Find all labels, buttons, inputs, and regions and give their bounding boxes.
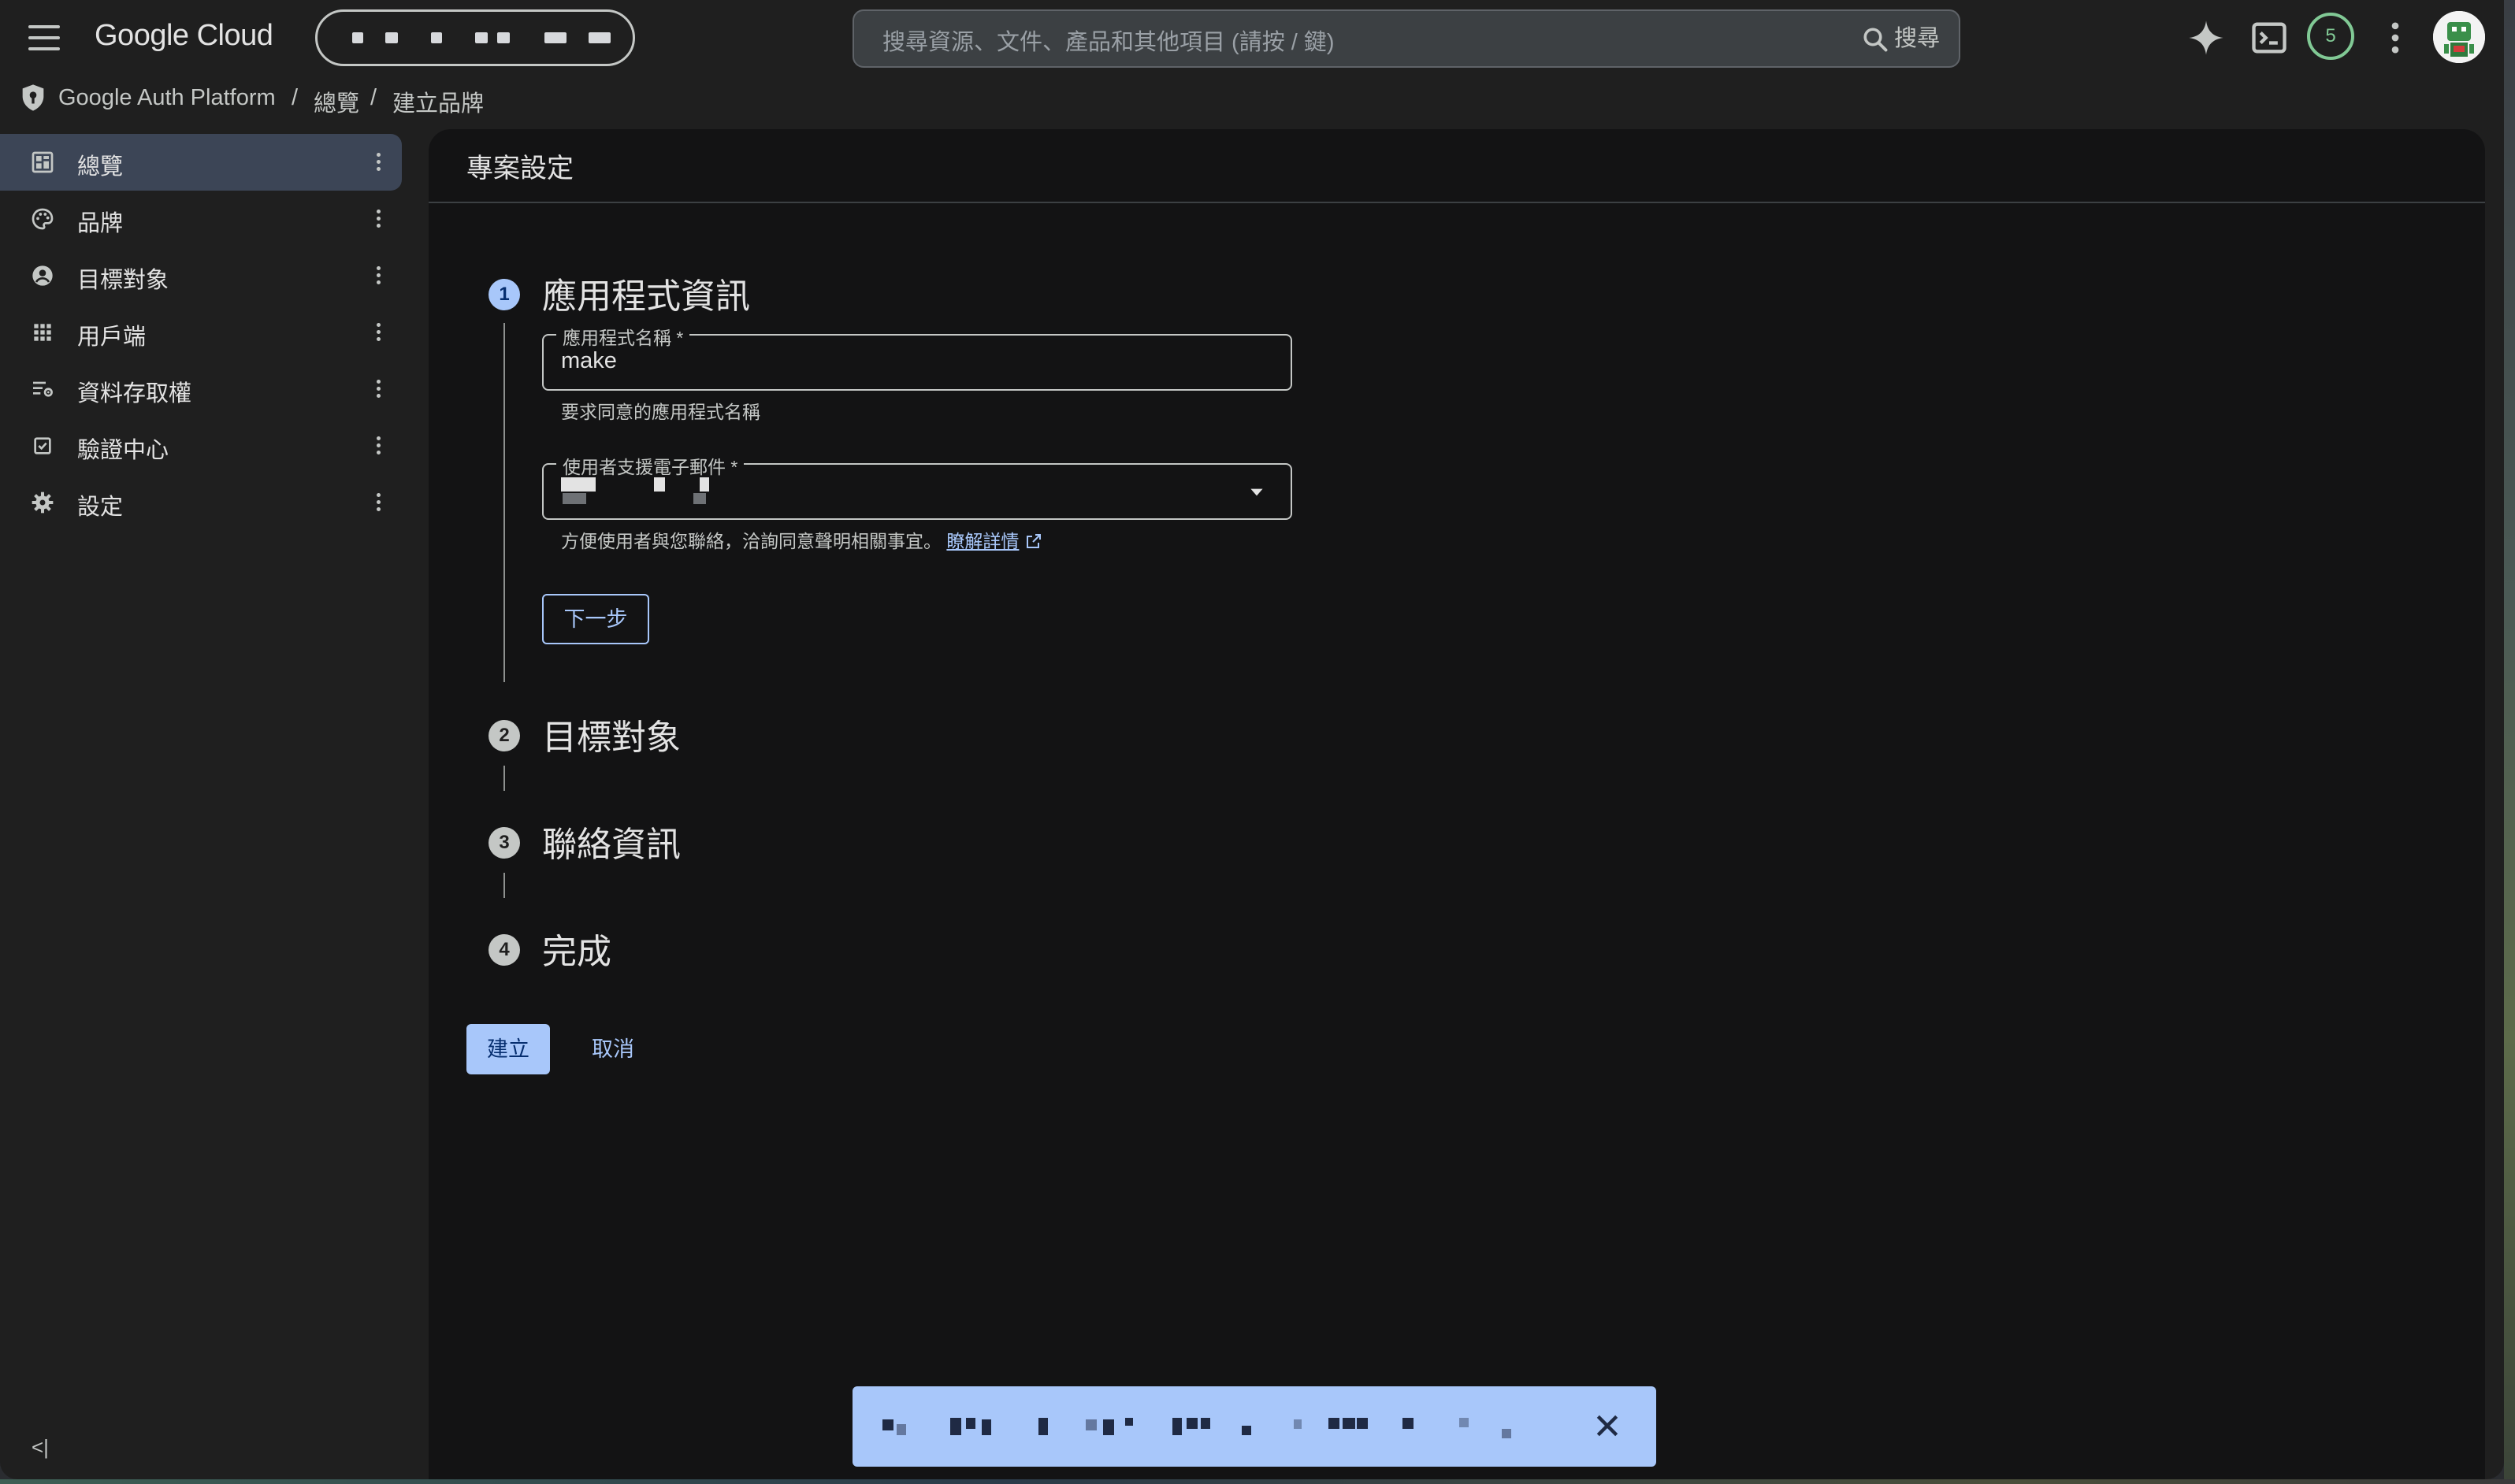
more-vert-icon[interactable] (2375, 17, 2416, 58)
external-link-icon[interactable] (1024, 532, 1043, 551)
sidebar-item-label: 設定 (77, 495, 124, 520)
avatar[interactable] (2433, 11, 2485, 63)
cancel-button[interactable]: 取消 (575, 1024, 651, 1074)
app-name-value: make (561, 348, 617, 373)
notifications-badge[interactable]: 5 (2307, 13, 2354, 60)
more-vert-icon[interactable] (364, 432, 392, 460)
step-connector (503, 323, 505, 682)
close-icon[interactable] (1592, 1410, 1623, 1441)
sidebar-item-settings[interactable]: 設定 (0, 474, 402, 531)
sidebar-item-audience[interactable]: 目標對象 (0, 247, 402, 304)
support-email-helper-text: 方便使用者與您聯絡，洽詢同意聲明相關事宜。 (561, 531, 942, 551)
sidebar-item-data-access[interactable]: 資料存取權 (0, 361, 402, 417)
main-menu-icon[interactable] (28, 24, 60, 52)
step-3-title[interactable]: 聯絡資訊 (542, 816, 681, 866)
gemini-spark-icon[interactable] (2186, 17, 2227, 58)
app-name-label: 應用程式名稱 * (556, 323, 690, 350)
app-name-helper: 要求同意的應用程式名稱 (561, 402, 760, 422)
learn-more-link[interactable]: 瞭解詳情 (946, 531, 1019, 551)
next-button[interactable]: 下一步 (542, 594, 649, 644)
more-vert-icon[interactable] (364, 318, 392, 347)
google-cloud-logo[interactable]: Google Cloud (95, 19, 273, 53)
support-email-select[interactable]: 使用者支援電子郵件 * (542, 452, 1292, 520)
more-vert-icon[interactable] (364, 488, 392, 517)
more-vert-icon[interactable] (364, 375, 392, 403)
breadcrumb-overview[interactable]: 總覽 (314, 85, 359, 118)
chevron-down-icon (1250, 488, 1263, 496)
step-2-title[interactable]: 目標對象 (542, 709, 681, 759)
console-window: Google Cloud 搜尋資源、文件、產品和其他項目 (請按 / 鍵) 搜尋… (0, 0, 2504, 1479)
apps-grid-icon (34, 324, 51, 341)
step-4-title[interactable]: 完成 (542, 923, 611, 974)
sidebar-item-label: 目標對象 (77, 268, 169, 293)
step-1-circle: 1 (489, 279, 520, 310)
breadcrumb-separator: / (292, 85, 299, 110)
support-email-helper: 方便使用者與您聯絡，洽詢同意聲明相關事宜。 瞭解詳情 (561, 526, 1043, 553)
palette-icon (32, 208, 54, 230)
support-email-label: 使用者支援電子郵件 * (556, 452, 745, 479)
desktop-edge (2504, 0, 2515, 1484)
more-vert-icon[interactable] (364, 205, 392, 233)
sidebar-item-label: 資料存取權 (77, 381, 192, 406)
collapse-sidebar-icon[interactable]: <| (32, 1435, 49, 1460)
snackbar (853, 1386, 1656, 1467)
gear-icon (32, 492, 54, 514)
shield-lock-icon (22, 84, 44, 111)
search-button[interactable]: 搜尋 (1861, 20, 1940, 57)
sidebar: 總覽 品牌 目標對象 用戶端 資料存取權 驗證中心 設定 (0, 129, 418, 1479)
sidebar-item-clients[interactable]: 用戶端 (0, 304, 402, 361)
checkbox-icon (34, 437, 51, 454)
account-circle-icon (32, 265, 53, 286)
step-2-circle: 2 (489, 720, 520, 751)
search-icon (1863, 28, 1888, 52)
search-placeholder: 搜尋資源、文件、產品和其他項目 (請按 / 鍵) (882, 30, 1335, 55)
create-button[interactable]: 建立 (466, 1024, 550, 1074)
top-bar: Google Cloud 搜尋資源、文件、產品和其他項目 (請按 / 鍵) 搜尋… (0, 0, 2504, 76)
sidebar-item-verification-center[interactable]: 驗證中心 (0, 417, 402, 474)
cloud-shell-icon[interactable] (2249, 17, 2290, 58)
more-vert-icon[interactable] (364, 262, 392, 290)
step-connector (503, 873, 505, 898)
avatar-robot-icon (2433, 11, 2485, 63)
dashboard-icon (32, 151, 54, 173)
main-panel: 專案設定 1 應用程式資訊 應用程式名稱 * make 要求同意的應用程式名稱 … (429, 129, 2485, 1479)
page-title: 專案設定 (466, 154, 574, 184)
desktop-edge-bottom (0, 1479, 2515, 1484)
sidebar-item-label: 總覽 (77, 154, 124, 180)
sidebar-item-label: 品牌 (77, 211, 124, 236)
sidebar-item-overview[interactable]: 總覽 (0, 134, 402, 191)
breadcrumb-product[interactable]: Google Auth Platform (58, 85, 276, 111)
sidebar-item-label: 驗證中心 (77, 438, 169, 463)
step-3-circle: 3 (489, 827, 520, 859)
more-vert-icon[interactable] (364, 148, 392, 176)
step-1-title[interactable]: 應用程式資訊 (542, 268, 750, 318)
step-4-circle: 4 (489, 934, 520, 966)
support-email-redacted-value (561, 477, 750, 506)
data-access-icon (33, 381, 53, 397)
search-button-label: 搜尋 (1893, 26, 1940, 51)
sidebar-item-label: 用戶端 (77, 325, 147, 350)
divider (429, 202, 2485, 203)
app-name-field[interactable]: 應用程式名稱 * make (542, 323, 1292, 391)
project-picker[interactable] (315, 9, 635, 66)
sidebar-item-branding[interactable]: 品牌 (0, 191, 402, 247)
step-connector (503, 766, 505, 791)
screen: Google Cloud 搜尋資源、文件、產品和其他項目 (請按 / 鍵) 搜尋… (0, 0, 2515, 1484)
breadcrumb-current: 建立品牌 (392, 91, 485, 117)
search-bar[interactable]: 搜尋資源、文件、產品和其他項目 (請按 / 鍵) 搜尋 (853, 9, 1960, 68)
breadcrumb-separator: / (370, 85, 377, 110)
